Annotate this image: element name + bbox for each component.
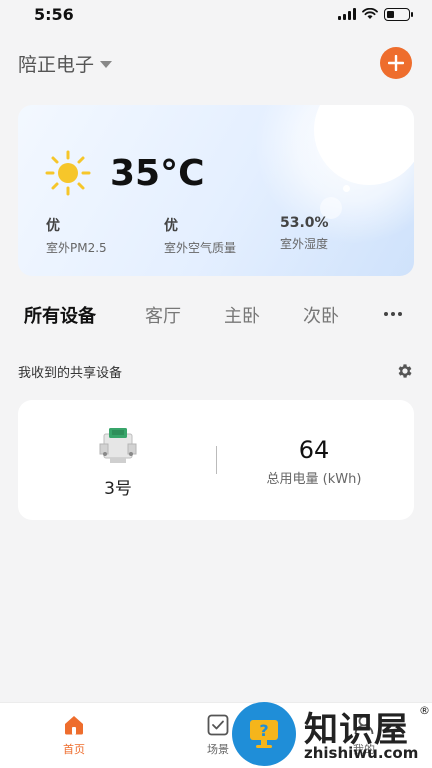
metric-pm25: 优 室外PM2.5 <box>46 215 107 256</box>
metric-value: 优 <box>164 218 178 234</box>
metric-value: 优 <box>46 218 60 234</box>
caret-down-icon <box>100 60 113 68</box>
shared-devices-title: 我收到的共享设备 <box>18 365 123 381</box>
status-bar: 5:56 <box>0 0 432 28</box>
nav-label: 首页 <box>63 743 85 756</box>
weather-card[interactable]: 35°C 优 室外PM2.5 优 室外空气质量 53.0% 室外湿度 <box>18 105 414 276</box>
header: 陪正电子 <box>18 46 412 80</box>
tab-master-bedroom[interactable]: 主卧 <box>224 302 260 328</box>
status-time: 5:56 <box>34 4 74 24</box>
home-name: 陪正电子 <box>18 53 95 76</box>
watermark: ? 知识屋 ® zhishiwu.com <box>232 700 432 768</box>
battery-icon <box>384 7 413 21</box>
metric-air-quality: 优 室外空气质量 <box>164 215 236 256</box>
scene-icon <box>207 714 229 736</box>
power-value: 64 <box>298 436 330 464</box>
watermark-url: zhishiwu.com <box>304 744 419 762</box>
room-tabs: 所有设备 客厅 主卧 次卧 <box>24 300 414 330</box>
status-icons <box>338 7 413 21</box>
wifi-icon <box>362 8 378 19</box>
watermark-registered: ® <box>419 704 430 717</box>
power-label: 总用电量 (kWh) <box>266 472 362 487</box>
more-icon[interactable] <box>384 312 402 316</box>
metric-humidity: 53.0% 室外湿度 <box>280 215 329 252</box>
nav-home[interactable]: 首页 <box>44 713 104 757</box>
metric-label: 室外空气质量 <box>164 241 237 255</box>
home-icon <box>65 716 83 735</box>
add-device-button[interactable] <box>380 47 412 79</box>
plus-icon <box>388 55 404 71</box>
gear-icon[interactable] <box>396 362 414 380</box>
device-card[interactable]: 3号 64 总用电量 (kWh) <box>18 400 414 520</box>
breaker-device-icon <box>99 428 137 463</box>
tab-all-devices[interactable]: 所有设备 <box>24 302 96 328</box>
signal-icon <box>338 8 356 20</box>
metric-label: 室外湿度 <box>280 237 329 251</box>
temperature: 35°C <box>110 153 205 194</box>
weather-dot <box>343 185 350 192</box>
metric-value: 53.0% <box>280 215 329 231</box>
metric-label: 室外PM2.5 <box>46 241 107 255</box>
divider <box>216 446 217 474</box>
home-selector[interactable]: 陪正电子 <box>18 50 113 77</box>
tab-living-room[interactable]: 客厅 <box>145 302 181 328</box>
shared-devices-header: 我收到的共享设备 <box>18 358 414 384</box>
sun-icon <box>45 150 91 196</box>
question-monitor-icon: ? <box>250 720 278 748</box>
device-name: 3号 <box>104 479 132 499</box>
watermark-logo: ? <box>232 702 296 766</box>
tab-second-bedroom[interactable]: 次卧 <box>303 302 339 328</box>
svg-text:?: ? <box>259 721 268 740</box>
